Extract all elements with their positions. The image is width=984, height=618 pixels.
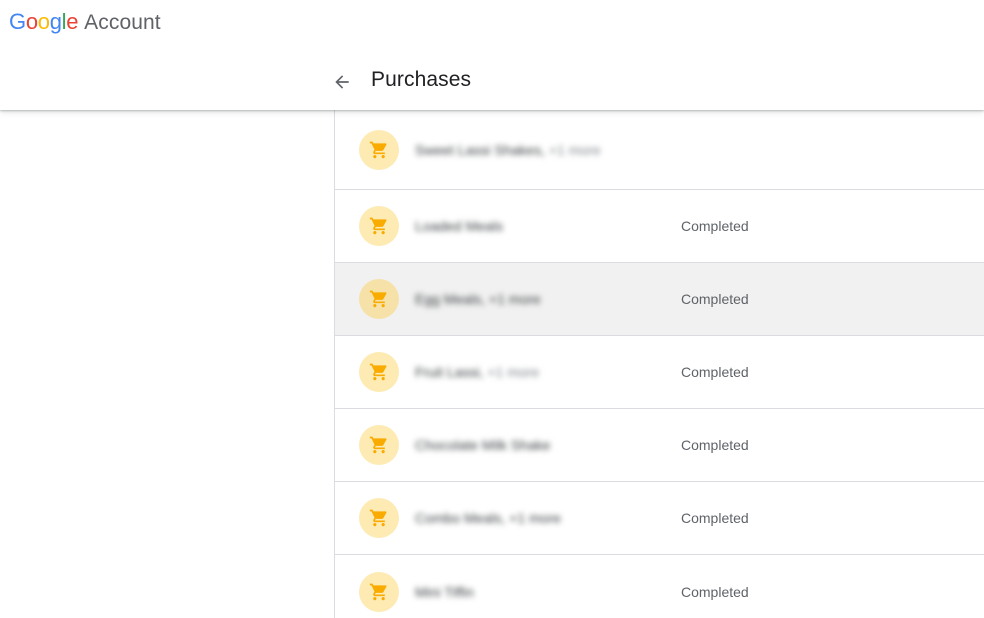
purchase-row[interactable]: Mini Tiffin Completed bbox=[335, 555, 984, 618]
purchase-icon-badge bbox=[359, 129, 399, 170]
logo-letter: G bbox=[9, 9, 26, 34]
back-button[interactable] bbox=[328, 68, 356, 96]
purchase-title: Chocolate Milk Shake bbox=[415, 437, 550, 453]
product-name: Account bbox=[84, 11, 161, 34]
purchase-row[interactable]: Loaded Meals Completed bbox=[335, 190, 984, 263]
purchase-title-main: Sweet Lassi Shakes, bbox=[415, 141, 549, 158]
purchase-title-main: Egg Meals, +1 more bbox=[415, 291, 541, 307]
purchase-row[interactable]: Egg Meals, +1 more Completed bbox=[335, 263, 984, 336]
purchase-title: Sweet Lassi Shakes, +1 more bbox=[415, 142, 601, 158]
purchase-status: Completed bbox=[681, 437, 749, 453]
purchase-status: Completed bbox=[681, 218, 749, 234]
arrow-back-icon bbox=[335, 75, 349, 89]
shopping-cart-icon bbox=[369, 363, 387, 381]
purchase-title-main: Combo Meals, +1 more bbox=[415, 510, 561, 526]
google-account-logo[interactable]: Google Account bbox=[9, 9, 161, 37]
purchase-title-extra: +1 more bbox=[548, 141, 601, 158]
page-title: Purchases bbox=[371, 68, 472, 91]
shopping-cart-icon bbox=[369, 583, 387, 600]
logo-letter: g bbox=[49, 9, 62, 34]
purchase-title: Fruit Lassi, +1 more bbox=[415, 364, 539, 380]
purchase-title: Egg Meals, +1 more bbox=[415, 291, 541, 307]
purchase-title: Combo Meals, +1 more bbox=[415, 510, 561, 526]
shopping-cart-icon bbox=[369, 290, 387, 308]
purchase-title: Mini Tiffin bbox=[415, 584, 474, 600]
purchase-icon-badge bbox=[359, 498, 399, 538]
purchase-status: Completed bbox=[681, 364, 749, 380]
purchase-row[interactable]: Chocolate Milk Shake Completed bbox=[335, 409, 984, 482]
purchase-title: Loaded Meals bbox=[415, 218, 503, 234]
purchase-icon-badge bbox=[359, 352, 399, 392]
purchases-list: Sweet Lassi Shakes, +1 more Loaded Meals C… bbox=[334, 110, 984, 618]
purchase-icon-badge bbox=[359, 206, 399, 246]
shopping-cart-icon bbox=[369, 509, 387, 527]
purchase-title-main: Chocolate Milk Shake bbox=[415, 437, 551, 453]
top-app-bar: Google Account Purchases bbox=[0, 0, 984, 110]
purchase-icon-badge bbox=[359, 279, 399, 319]
logo-letter: o bbox=[25, 9, 38, 34]
purchase-title-extra: +1 more bbox=[487, 364, 540, 380]
purchase-status: Completed bbox=[681, 510, 749, 526]
purchase-title-main: Mini Tiffin bbox=[415, 583, 474, 600]
purchase-icon-badge bbox=[359, 425, 399, 465]
purchase-row[interactable]: Combo Meals, +1 more Completed bbox=[335, 482, 984, 555]
purchase-title-main: Fruit Lassi, bbox=[415, 364, 488, 380]
logo-letter: e bbox=[66, 9, 79, 34]
purchase-title-main: Loaded Meals bbox=[415, 218, 503, 234]
purchase-row[interactable]: Sweet Lassi Shakes, +1 more bbox=[335, 110, 984, 190]
shopping-cart-icon bbox=[369, 436, 387, 454]
shopping-cart-icon bbox=[369, 217, 387, 235]
shopping-cart-icon bbox=[369, 141, 387, 158]
purchase-status: Completed bbox=[681, 291, 749, 307]
purchase-status: Completed bbox=[681, 583, 749, 600]
purchase-icon-badge bbox=[359, 571, 399, 612]
purchase-row[interactable]: Fruit Lassi, +1 more Completed bbox=[335, 336, 984, 409]
google-wordmark: Google bbox=[9, 9, 78, 35]
logo-letter: o bbox=[37, 9, 50, 34]
